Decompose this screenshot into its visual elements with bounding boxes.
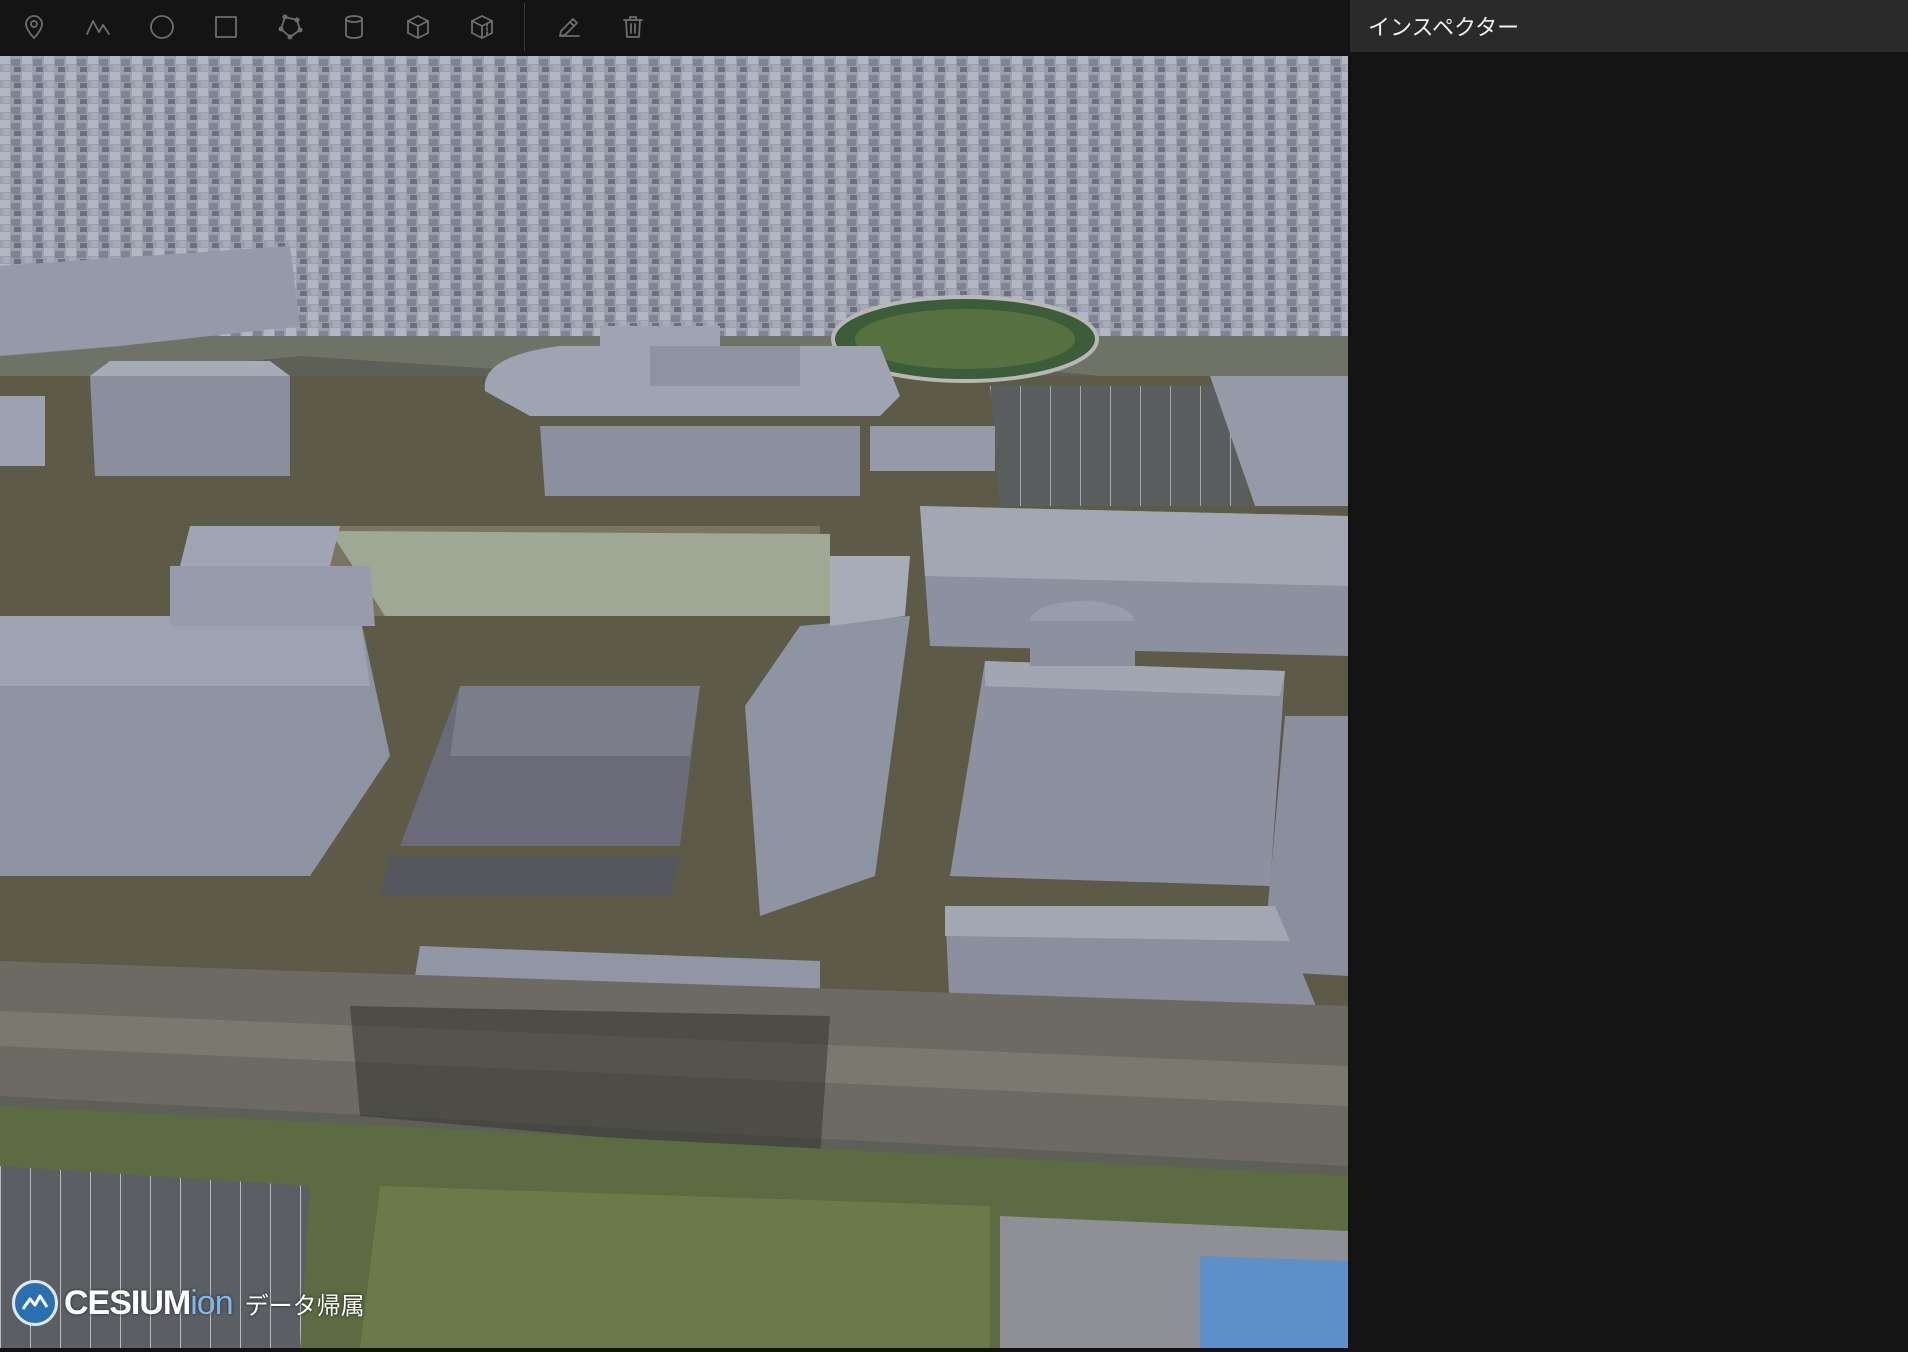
extrude-icon[interactable] bbox=[450, 0, 514, 54]
box-icon[interactable] bbox=[386, 0, 450, 54]
toolbar-divider bbox=[524, 3, 525, 51]
inspector-header: インスペクター bbox=[1350, 0, 1908, 52]
cylinder-icon[interactable] bbox=[322, 0, 386, 54]
map-pin-icon[interactable] bbox=[2, 0, 66, 54]
edit-icon[interactable] bbox=[537, 0, 601, 54]
polygon-icon[interactable] bbox=[258, 0, 322, 54]
polyline-icon[interactable] bbox=[66, 0, 130, 54]
drawing-toolbar bbox=[0, 0, 1348, 54]
map-3d-viewport[interactable]: CESIUMion データ帰属 bbox=[0, 56, 1348, 1348]
cesium-logo-icon bbox=[12, 1280, 58, 1326]
cesium-brand-text: CESIUMion bbox=[64, 1283, 234, 1322]
cesium-ion-credit[interactable]: CESIUMion データ帰属 bbox=[12, 1280, 365, 1326]
inspector-panel: インスペクター bbox=[1350, 0, 1908, 1352]
rectangle-icon[interactable] bbox=[194, 0, 258, 54]
inspector-body bbox=[1350, 52, 1908, 1352]
trash-icon[interactable] bbox=[601, 0, 665, 54]
city-3d-scene bbox=[0, 56, 1348, 1348]
circle-icon[interactable] bbox=[130, 0, 194, 54]
data-attribution-link[interactable]: データ帰属 bbox=[245, 1286, 365, 1321]
inspector-title: インスペクター bbox=[1368, 16, 1520, 41]
